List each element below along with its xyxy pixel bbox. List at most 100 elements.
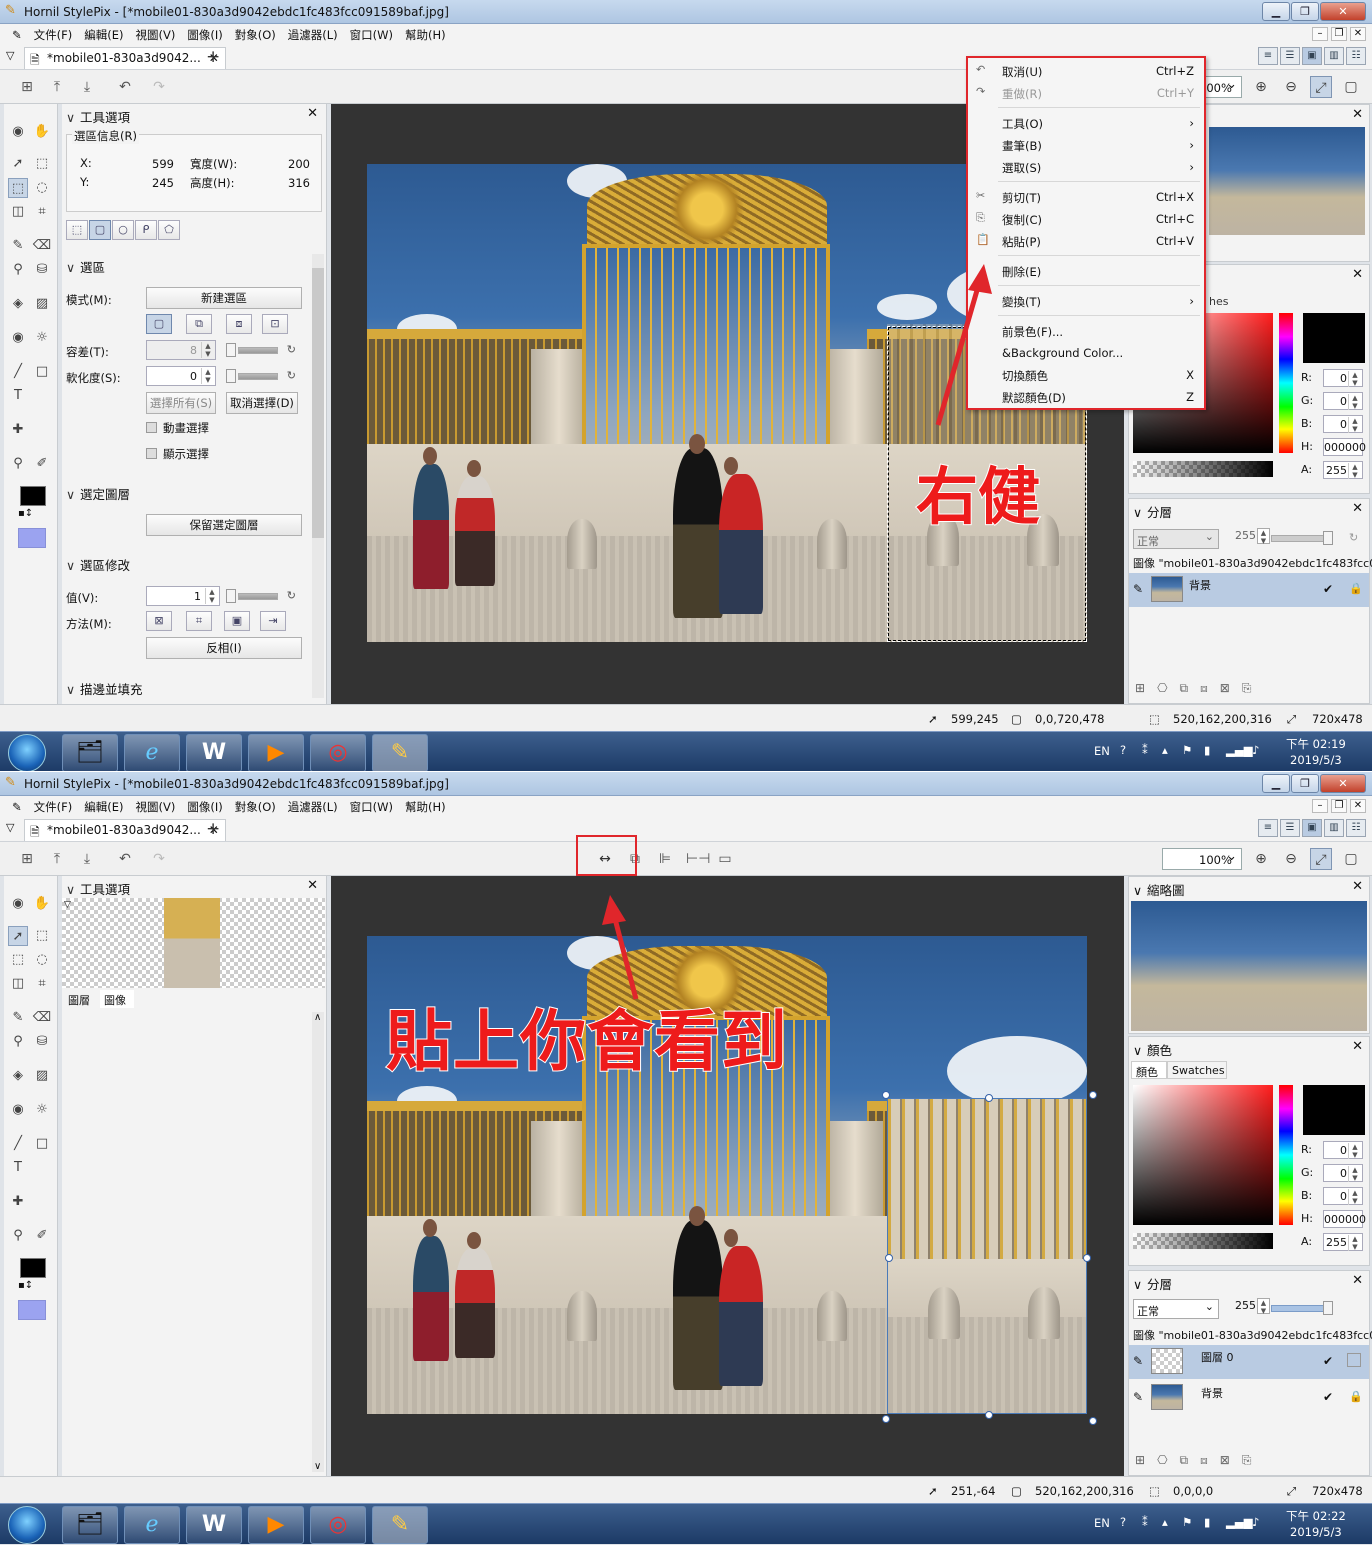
ctx-select[interactable]: 選取(S) ›	[968, 156, 1204, 178]
navigator-close-icon[interactable]: ✕	[1352, 879, 1363, 894]
swatches-tab[interactable]: Swatches	[1167, 1061, 1227, 1079]
chrome-taskbar-icon[interactable]: ◎	[310, 1506, 366, 1544]
minimize-button[interactable]: ▁	[1262, 774, 1290, 793]
explorer-taskbar-icon[interactable]: 🗂	[62, 1506, 118, 1544]
mode-new-icon[interactable]: ▢	[146, 314, 172, 334]
select-none-mode-icon[interactable]: ⬚	[66, 220, 88, 240]
menu-edit[interactable]: 編輯(E)	[78, 796, 129, 818]
tolerance-spinner-icon[interactable]: ▲ ▼	[201, 342, 214, 358]
zoom-select[interactable]: 100%	[1162, 848, 1242, 870]
a-spinner-icon[interactable]: ▲ ▼	[1348, 463, 1361, 479]
document-tab[interactable]: 🗎 *mobile01-830a3d9042... ✕	[24, 819, 226, 841]
navigator-close-icon[interactable]: ✕	[1352, 107, 1363, 122]
open-icon[interactable]: ⤒	[48, 851, 66, 867]
pasted-layer-object[interactable]	[887, 1098, 1087, 1414]
b-input[interactable]: 0 ▲ ▼	[1323, 415, 1363, 433]
value-input[interactable]: 1 ▲ ▼	[146, 586, 220, 606]
document-tab[interactable]: 🗎 *mobile01-830a3d9042... ✕	[24, 47, 226, 69]
ctx-copy[interactable]: ⎘ 復制(C) Ctrl+C	[968, 208, 1204, 230]
ctx-redo[interactable]: ↷ 重做(R) Ctrl+Y	[968, 82, 1204, 104]
actual-size-icon[interactable]: ▢	[1340, 76, 1362, 98]
transform-icon[interactable]: ◫	[8, 974, 28, 994]
keep-selected-layer-button[interactable]: 保留選定圖層	[146, 514, 302, 536]
value-slider[interactable]: ↻	[226, 588, 296, 606]
tray-expand-icon[interactable]: ▴	[1162, 1515, 1168, 1529]
pen-tray-icon[interactable]: ⁑	[1142, 1515, 1148, 1529]
language-indicator[interactable]: EN	[1094, 744, 1110, 758]
resize-handle-tr[interactable]	[1089, 1091, 1097, 1099]
b-input[interactable]: 0 ▲ ▼	[1323, 1187, 1363, 1205]
tool-options-header[interactable]: ∨ 工具選項 ✕	[62, 104, 326, 126]
resize-handle-b[interactable]	[985, 1411, 993, 1419]
merge-layer-icon[interactable]: ⧈	[1200, 681, 1220, 695]
media-taskbar-icon[interactable]: ▶	[248, 734, 304, 771]
power-tray-icon[interactable]: ▮	[1204, 1515, 1210, 1529]
ie-taskbar-icon[interactable]: ℯ	[124, 1506, 180, 1544]
rect-select-icon[interactable]: ⬚	[8, 178, 28, 198]
background-color-swatch[interactable]	[18, 1300, 46, 1320]
actual-size-icon[interactable]: ▢	[1340, 848, 1362, 870]
delete-layer-icon[interactable]: ⊠	[1220, 1453, 1242, 1467]
menu-view[interactable]: 視圖(V)	[129, 796, 181, 818]
shape-icon[interactable]: □	[32, 1134, 52, 1154]
alpha-slider[interactable]	[1133, 1233, 1273, 1249]
zoom-in-icon[interactable]: ⊕	[1250, 76, 1272, 98]
ctx-default-colors[interactable]: 默認顏色(D) Z	[968, 386, 1204, 408]
hue-slider[interactable]	[1279, 1085, 1293, 1225]
layer-row-background[interactable]: ✎ 背景 ✔ 🔒	[1129, 1381, 1369, 1415]
background-color-swatch[interactable]	[18, 528, 46, 548]
power-tray-icon[interactable]: ▮	[1204, 743, 1210, 757]
r-spinner-icon[interactable]: ▲ ▼	[1348, 371, 1361, 387]
ctx-foreground-color[interactable]: 前景色(F)...	[968, 320, 1204, 342]
layer-lock-icon[interactable]: 🔒	[1349, 1390, 1363, 1403]
hand-icon[interactable]: ✋	[32, 122, 52, 142]
method-shrink-icon[interactable]: ⌗	[186, 611, 212, 631]
layer-visible-checkbox[interactable]: ✔	[1323, 1390, 1333, 1404]
layer-opacity-slider[interactable]	[1271, 530, 1341, 548]
layers-header[interactable]: ∨ 分層 ✕	[1129, 1271, 1369, 1293]
section-select-header[interactable]: ∨ 選區	[62, 254, 326, 276]
rect-mode-icon[interactable]: ▢	[89, 220, 111, 240]
tolerance-slider[interactable]: ↻	[226, 342, 296, 360]
undo-icon[interactable]: ↶	[116, 851, 134, 867]
opacity-reset-icon[interactable]: ↻	[1349, 531, 1358, 544]
histogram-toggle-icon[interactable]: ▥	[1324, 819, 1344, 837]
panel-scrollbar[interactable]: ∧ ∨	[312, 1012, 324, 1472]
lasso-icon[interactable]: ◌	[32, 178, 52, 198]
help-tray-icon[interactable]: ?	[1120, 743, 1126, 757]
swatches-tab-partial[interactable]: hes	[1209, 295, 1228, 308]
smudge-icon[interactable]: ◈	[8, 1066, 28, 1086]
menu-object[interactable]: 對象(O)	[229, 24, 282, 46]
hex-input[interactable]: 000000	[1323, 438, 1366, 456]
layer-row-background[interactable]: ✎ 背景 ✔ 🔒	[1129, 573, 1369, 607]
new-tab-icon[interactable]: +	[206, 47, 220, 67]
duplicate-layer-icon[interactable]: ⧉	[1180, 1453, 1201, 1467]
ctx-transform[interactable]: 變換(T) ›	[968, 290, 1204, 312]
crop-icon[interactable]: ⌗	[32, 974, 52, 994]
ie-taskbar-icon[interactable]: ℯ	[124, 734, 180, 771]
eraser-icon[interactable]: ⌫	[32, 1008, 52, 1028]
duplicate-layer-icon[interactable]: ⧉	[1180, 681, 1201, 695]
layer-props-icon[interactable]: ⎘	[1242, 1453, 1264, 1467]
lasso-mode-icon[interactable]: ᑭ	[135, 220, 157, 240]
gradient-icon[interactable]: ▨	[32, 294, 52, 314]
color-close-icon[interactable]: ✕	[1352, 1039, 1363, 1054]
zoom-out-icon[interactable]: ⊖	[1280, 76, 1302, 98]
tool-options-toggle-icon[interactable]: ≡	[1258, 819, 1278, 837]
lasso-icon[interactable]: ◌	[32, 950, 52, 970]
open-icon[interactable]: ⤒	[48, 79, 66, 95]
language-indicator[interactable]: EN	[1094, 1516, 1110, 1530]
layer-visible-checkbox[interactable]: ✔	[1323, 1354, 1333, 1368]
ctx-brush[interactable]: 畫筆(B) ›	[968, 134, 1204, 156]
r-input[interactable]: 0 ▲ ▼	[1323, 369, 1363, 387]
fit-object-icon[interactable]: ▭	[716, 851, 734, 867]
new-layer-icon[interactable]: ⊞	[1135, 681, 1157, 695]
align-icon[interactable]: ⊫	[656, 851, 674, 867]
swap-colors-icon[interactable]: ▪↕	[18, 1280, 33, 1291]
distribute-icon[interactable]: ⊢⊣	[686, 851, 710, 867]
close-button[interactable]: ✕	[1320, 2, 1366, 21]
text-icon[interactable]: T	[8, 1158, 28, 1178]
doc-close-button[interactable]: ✕	[1350, 27, 1366, 41]
ctx-paste[interactable]: 📋 粘貼(P) Ctrl+V	[968, 230, 1204, 252]
resize-handle-tl[interactable]	[882, 1091, 890, 1099]
